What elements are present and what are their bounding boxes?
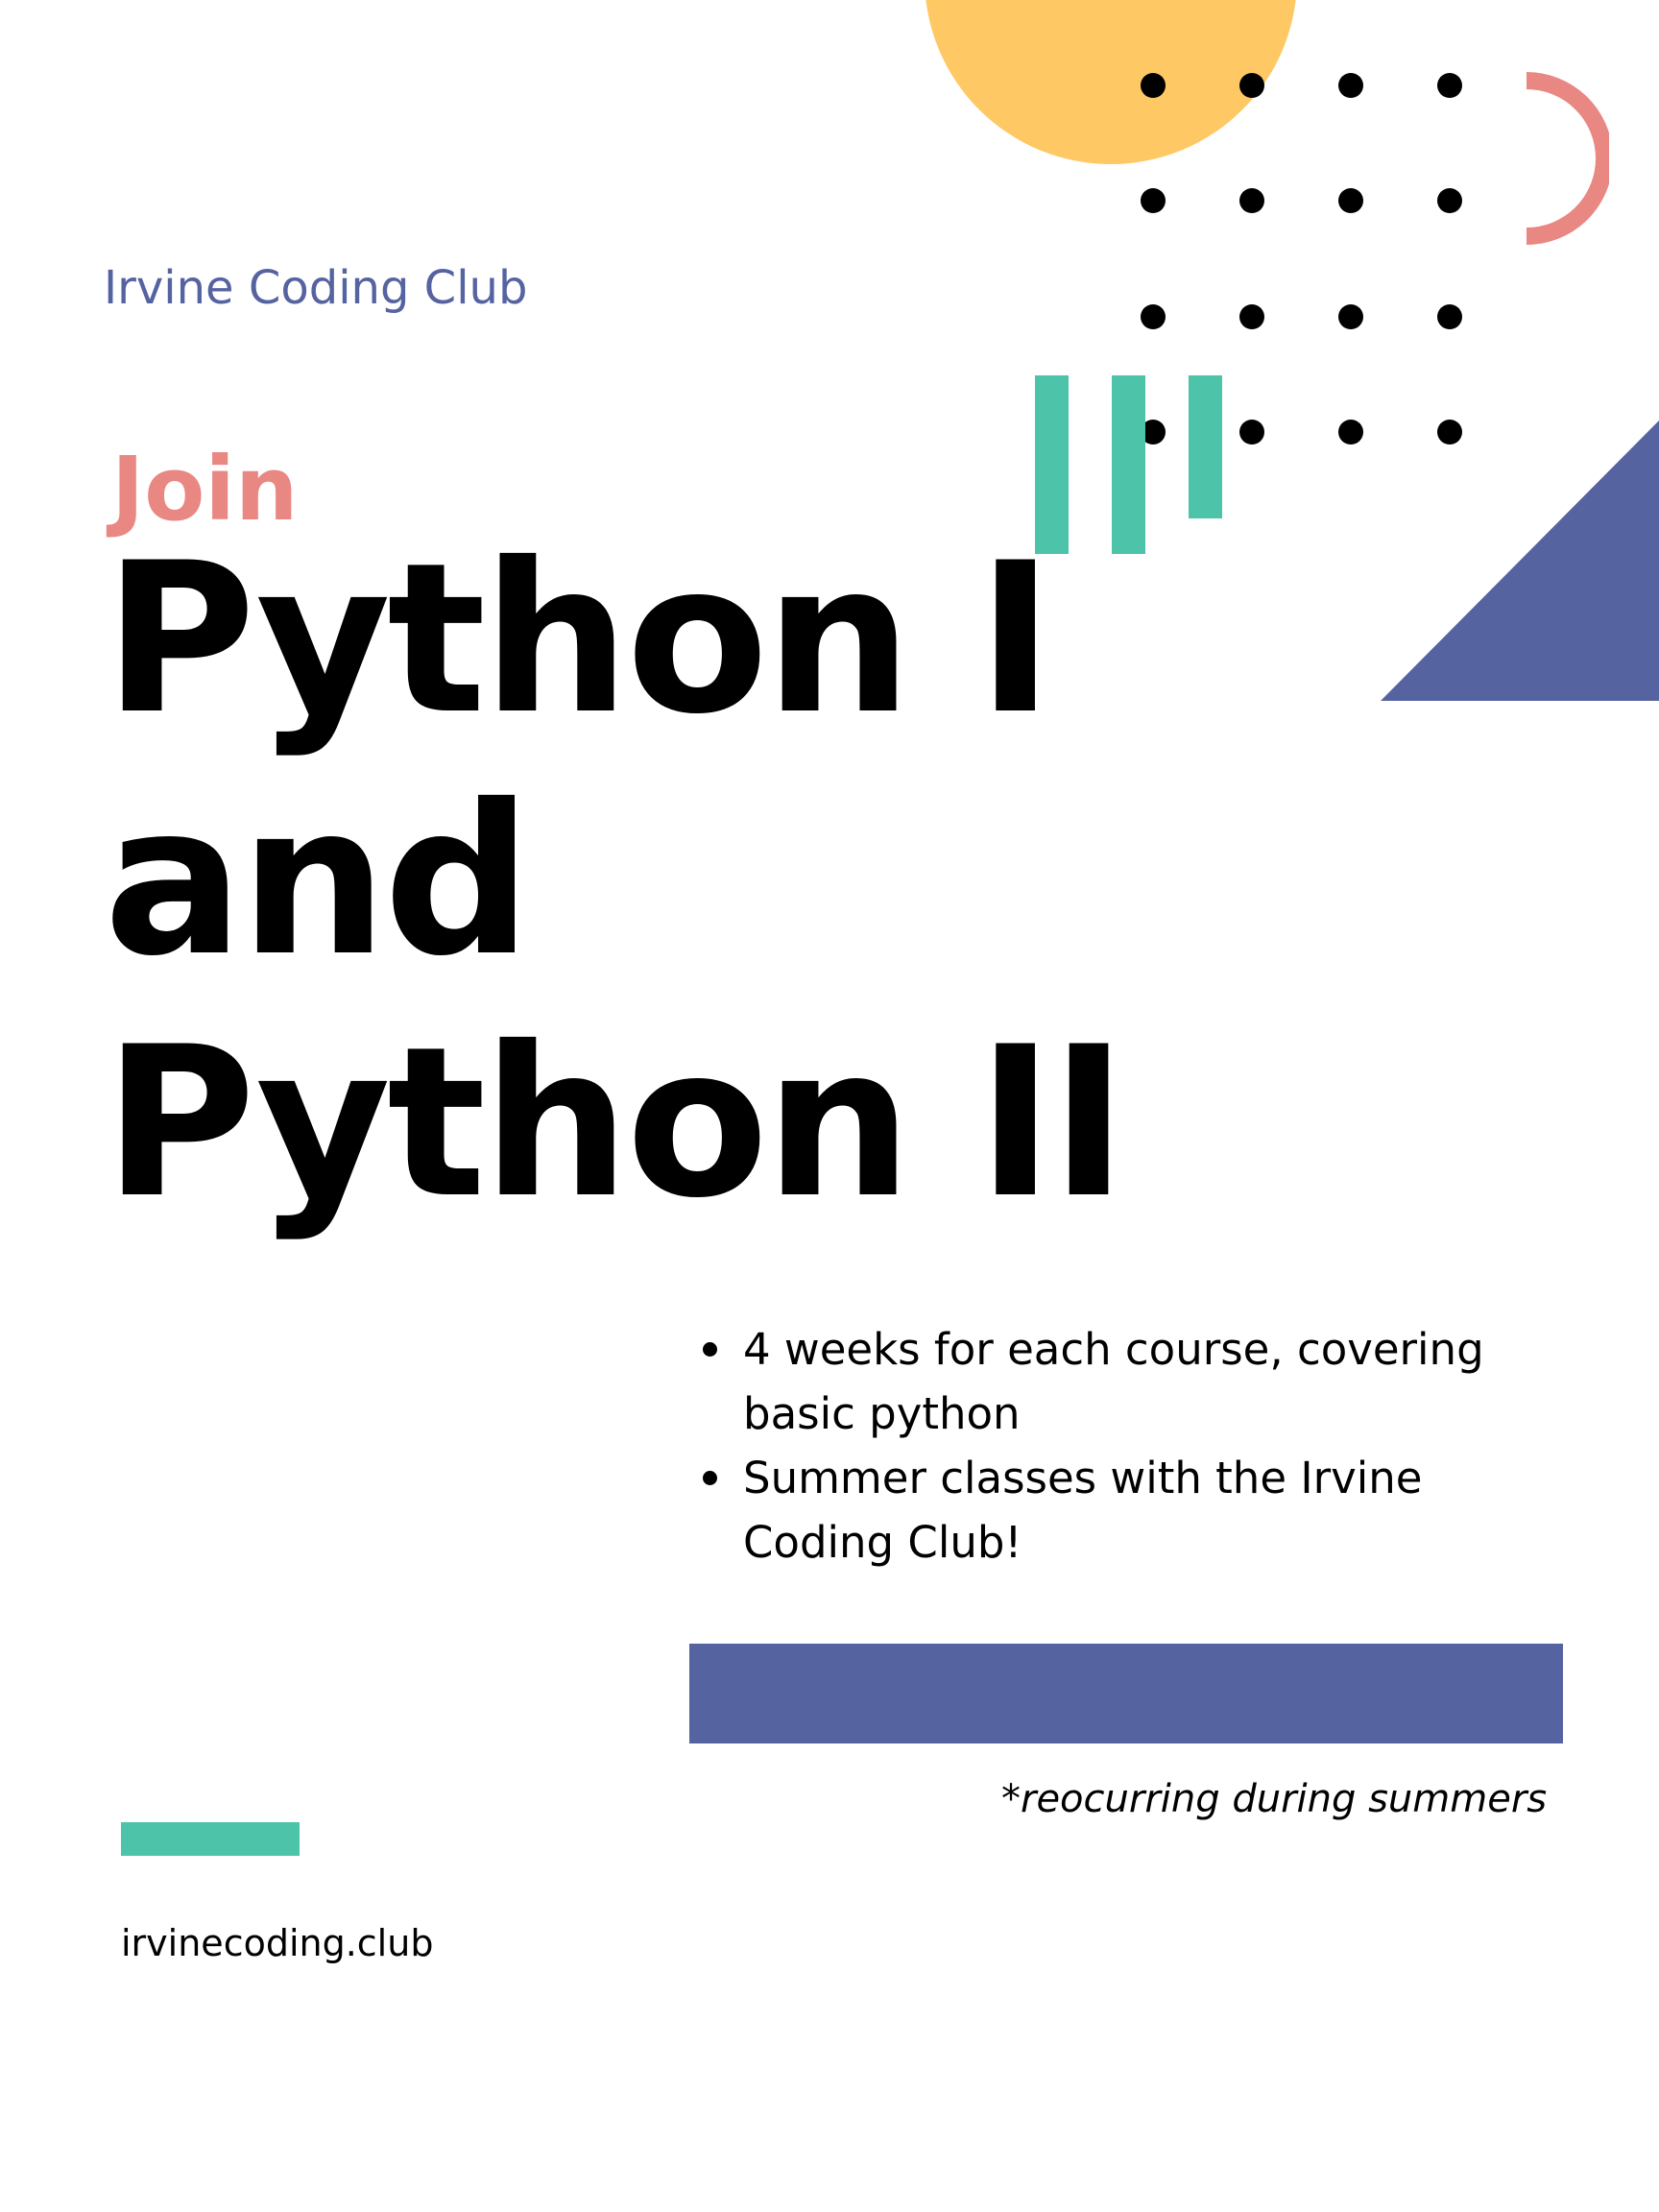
dot [1141, 188, 1166, 213]
list-item: 4 weeks for each course, covering basic … [701, 1317, 1546, 1446]
organization-name: Irvine Coding Club [104, 261, 528, 315]
dot [1141, 304, 1166, 329]
dot [1141, 73, 1166, 98]
teal-vertical-bar [1112, 375, 1145, 554]
dot [1338, 73, 1363, 98]
purple-band-decoration [689, 1644, 1563, 1743]
page-title: Python I and Python II [104, 518, 1127, 1244]
teal-vertical-bar [1189, 375, 1222, 518]
purple-triangle-decoration [1381, 421, 1659, 701]
headline-line: Python I [104, 518, 1054, 759]
footnote: *reocurring during summers [1001, 1777, 1548, 1821]
teal-dash-decoration [121, 1822, 300, 1856]
headline-line: and [104, 760, 532, 1001]
dot [1239, 420, 1264, 445]
course-details-list: 4 weeks for each course, covering basic … [701, 1317, 1546, 1575]
list-item: Summer classes with the Irvine Coding Cl… [701, 1446, 1546, 1575]
headline-line: Python II [104, 1002, 1127, 1243]
dot [1338, 188, 1363, 213]
coral-half-ring-decoration [1526, 72, 1609, 245]
website-address: irvinecoding.club [121, 1922, 434, 1964]
dot [1239, 188, 1264, 213]
dot [1437, 73, 1462, 98]
dot [1239, 304, 1264, 329]
dot [1338, 304, 1363, 329]
dot [1239, 73, 1264, 98]
dot [1338, 420, 1363, 445]
dot [1437, 188, 1462, 213]
dot [1437, 304, 1462, 329]
